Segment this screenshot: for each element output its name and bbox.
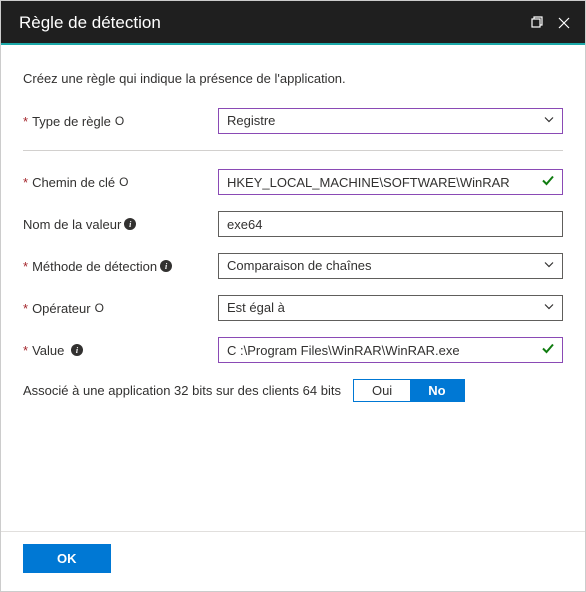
label-value-name: Nom de la valeuri xyxy=(23,217,218,232)
toggle-no[interactable]: No xyxy=(410,380,463,401)
label-value: *Value i xyxy=(23,343,218,358)
assoc-32-toggle[interactable]: Oui No xyxy=(353,379,465,402)
restore-icon[interactable] xyxy=(529,16,543,30)
label-rule-type: *Type de règleO xyxy=(23,114,218,129)
label-assoc-32: Associé à une application 32 bits sur de… xyxy=(23,383,341,398)
info-icon: i xyxy=(124,218,136,230)
rule-type-select[interactable]: Registre xyxy=(218,108,563,134)
value-input[interactable] xyxy=(218,337,563,363)
operator-select[interactable]: Est égal à xyxy=(218,295,563,321)
key-path-input[interactable] xyxy=(218,169,563,195)
info-icon: i xyxy=(71,344,83,356)
detection-method-select[interactable]: Comparaison de chaînes xyxy=(218,253,563,279)
divider xyxy=(23,150,563,151)
value-name-input[interactable] xyxy=(218,211,563,237)
label-detection-method: *Méthode de détectioni xyxy=(23,259,218,274)
ok-button[interactable]: OK xyxy=(23,544,111,573)
panel-title: Règle de détection xyxy=(19,13,161,33)
intro-text: Créez une règle qui indique la présence … xyxy=(23,71,563,86)
label-operator: *OpérateurO xyxy=(23,301,218,316)
label-key-path: *Chemin de cléO xyxy=(23,175,218,190)
toggle-yes[interactable]: Oui xyxy=(354,380,410,401)
close-icon[interactable] xyxy=(557,16,571,30)
info-icon: i xyxy=(160,260,172,272)
